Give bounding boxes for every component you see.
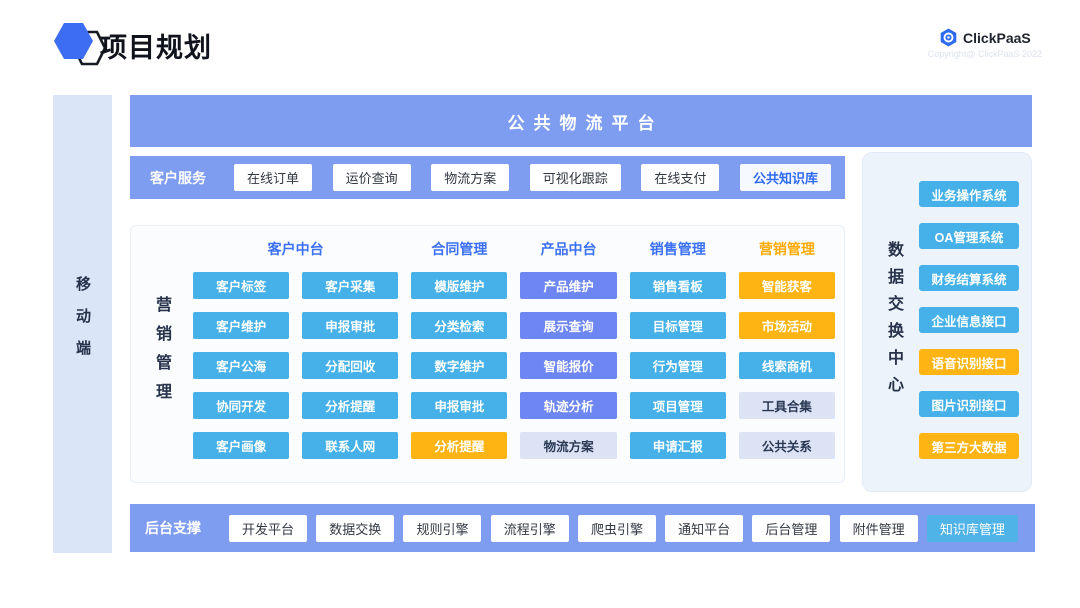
backend-button: 开发平台 — [229, 515, 307, 542]
column-header: 产品中台 — [520, 239, 616, 259]
copyright-text: Copyright@ ClickPaaS 2022 — [928, 49, 1042, 59]
customer-service-label: 客户服务 — [150, 168, 206, 188]
grid-side-label-wrap: 营销管理 — [133, 226, 189, 482]
backend-button: 通知平台 — [665, 515, 743, 542]
module-cell: 智能报价 — [520, 352, 616, 379]
top-banner-label: 公共物流平台 — [499, 109, 664, 134]
backend-button: 流程引擎 — [491, 515, 569, 542]
top-banner: 公共物流平台 — [130, 95, 1032, 147]
module-cell: 行为管理 — [630, 352, 726, 379]
module-cell: 公共关系 — [739, 432, 835, 459]
module-cell: 项目管理 — [630, 392, 726, 419]
grid-cells: 客户标签 客户采集 模版维护 产品维护 销售看板 智能获客 客户维护 申报审批 … — [193, 272, 835, 459]
module-cell: 客户画像 — [193, 432, 289, 459]
service-button: 在线订单 — [234, 164, 312, 191]
column-header: 营销管理 — [739, 239, 835, 259]
module-cell: 数字维护 — [411, 352, 507, 379]
system-button: 财务结算系统 — [919, 265, 1019, 291]
service-button: 物流方案 — [431, 164, 509, 191]
module-cell: 申请汇报 — [630, 432, 726, 459]
backend-button: 数据交换 — [316, 515, 394, 542]
clickpaas-logo-icon — [939, 28, 958, 47]
column-header: 客户中台 — [193, 239, 398, 259]
module-cell: 申报审批 — [302, 312, 398, 339]
module-cell: 客户公海 — [193, 352, 289, 379]
customer-service-row: 客户服务 在线订单 运价查询 物流方案 可视化跟踪 在线支付 公共知识库 — [130, 156, 845, 199]
service-button: 可视化跟踪 — [530, 164, 621, 191]
module-cell: 客户维护 — [193, 312, 289, 339]
system-button: 语音识别接口 — [919, 349, 1019, 375]
service-button: 公共知识库 — [740, 164, 831, 191]
module-cell: 联系人网 — [302, 432, 398, 459]
backend-button: 后台管理 — [752, 515, 830, 542]
system-button: OA管理系统 — [919, 223, 1019, 249]
column-header: 销售管理 — [630, 239, 726, 259]
module-cell: 目标管理 — [630, 312, 726, 339]
service-button: 在线支付 — [641, 164, 719, 191]
data-exchange-buttons: 业务操作系统 OA管理系统 财务结算系统 企业信息接口 语音识别接口 图片识别接… — [919, 181, 1019, 459]
mobile-side-bar-label: 移动端 — [72, 276, 93, 372]
module-cell: 工具合集 — [739, 392, 835, 419]
backend-button: 附件管理 — [840, 515, 918, 542]
backend-button: 规则引擎 — [403, 515, 481, 542]
module-cell: 展示查询 — [520, 312, 616, 339]
system-button: 第三方大数据 — [919, 433, 1019, 459]
brand-name: ClickPaaS — [963, 30, 1031, 46]
module-cell: 客户标签 — [193, 272, 289, 299]
marketing-management-panel: 营销管理 客户中台 合同管理 产品中台 销售管理 营销管理 客户标签 客户采集 … — [130, 225, 845, 483]
system-button: 图片识别接口 — [919, 391, 1019, 417]
module-cell: 客户采集 — [302, 272, 398, 299]
module-cell: 智能获客 — [739, 272, 835, 299]
module-cell: 物流方案 — [520, 432, 616, 459]
page-title: 项目规划 — [100, 26, 212, 65]
module-cell: 分析提醒 — [302, 392, 398, 419]
grid-content: 客户中台 合同管理 产品中台 销售管理 营销管理 客户标签 客户采集 模版维护 … — [193, 235, 835, 459]
data-exchange-label: 数据交换中心 — [881, 241, 905, 403]
module-cell: 分配回收 — [302, 352, 398, 379]
grid-column-headers: 客户中台 合同管理 产品中台 销售管理 营销管理 — [193, 235, 835, 263]
customer-service-buttons: 在线订单 运价查询 物流方案 可视化跟踪 在线支付 公共知识库 — [234, 164, 831, 191]
brand-block: ClickPaaS Copyright@ ClickPaaS 2022 — [928, 28, 1042, 59]
column-header: 合同管理 — [411, 239, 507, 259]
module-cell: 轨迹分析 — [520, 392, 616, 419]
module-cell: 产品维护 — [520, 272, 616, 299]
service-button: 运价查询 — [333, 164, 411, 191]
data-exchange-label-wrap: 数据交换中心 — [873, 153, 913, 491]
module-cell: 申报审批 — [411, 392, 507, 419]
module-cell: 线索商机 — [739, 352, 835, 379]
backend-button: 知识库管理 — [927, 515, 1018, 542]
grid-side-label: 营销管理 — [149, 296, 173, 412]
system-button: 业务操作系统 — [919, 181, 1019, 207]
module-cell: 分析提醒 — [411, 432, 507, 459]
backend-support-buttons: 开发平台 数据交换 规则引擎 流程引擎 爬虫引擎 通知平台 后台管理 附件管理 … — [229, 515, 1018, 542]
module-cell: 模版维护 — [411, 272, 507, 299]
module-cell: 销售看板 — [630, 272, 726, 299]
mobile-side-bar: 移动端 — [53, 95, 112, 553]
module-cell: 市场活动 — [739, 312, 835, 339]
backend-support-bar: 后台支撑 开发平台 数据交换 规则引擎 流程引擎 爬虫引擎 通知平台 后台管理 … — [130, 504, 1035, 552]
data-exchange-panel: 数据交换中心 业务操作系统 OA管理系统 财务结算系统 企业信息接口 语音识别接… — [862, 152, 1032, 492]
backend-support-label: 后台支撑 — [145, 518, 201, 538]
system-button: 企业信息接口 — [919, 307, 1019, 333]
module-cell: 分类检索 — [411, 312, 507, 339]
module-cell: 协同开发 — [193, 392, 289, 419]
backend-button: 爬虫引擎 — [578, 515, 656, 542]
